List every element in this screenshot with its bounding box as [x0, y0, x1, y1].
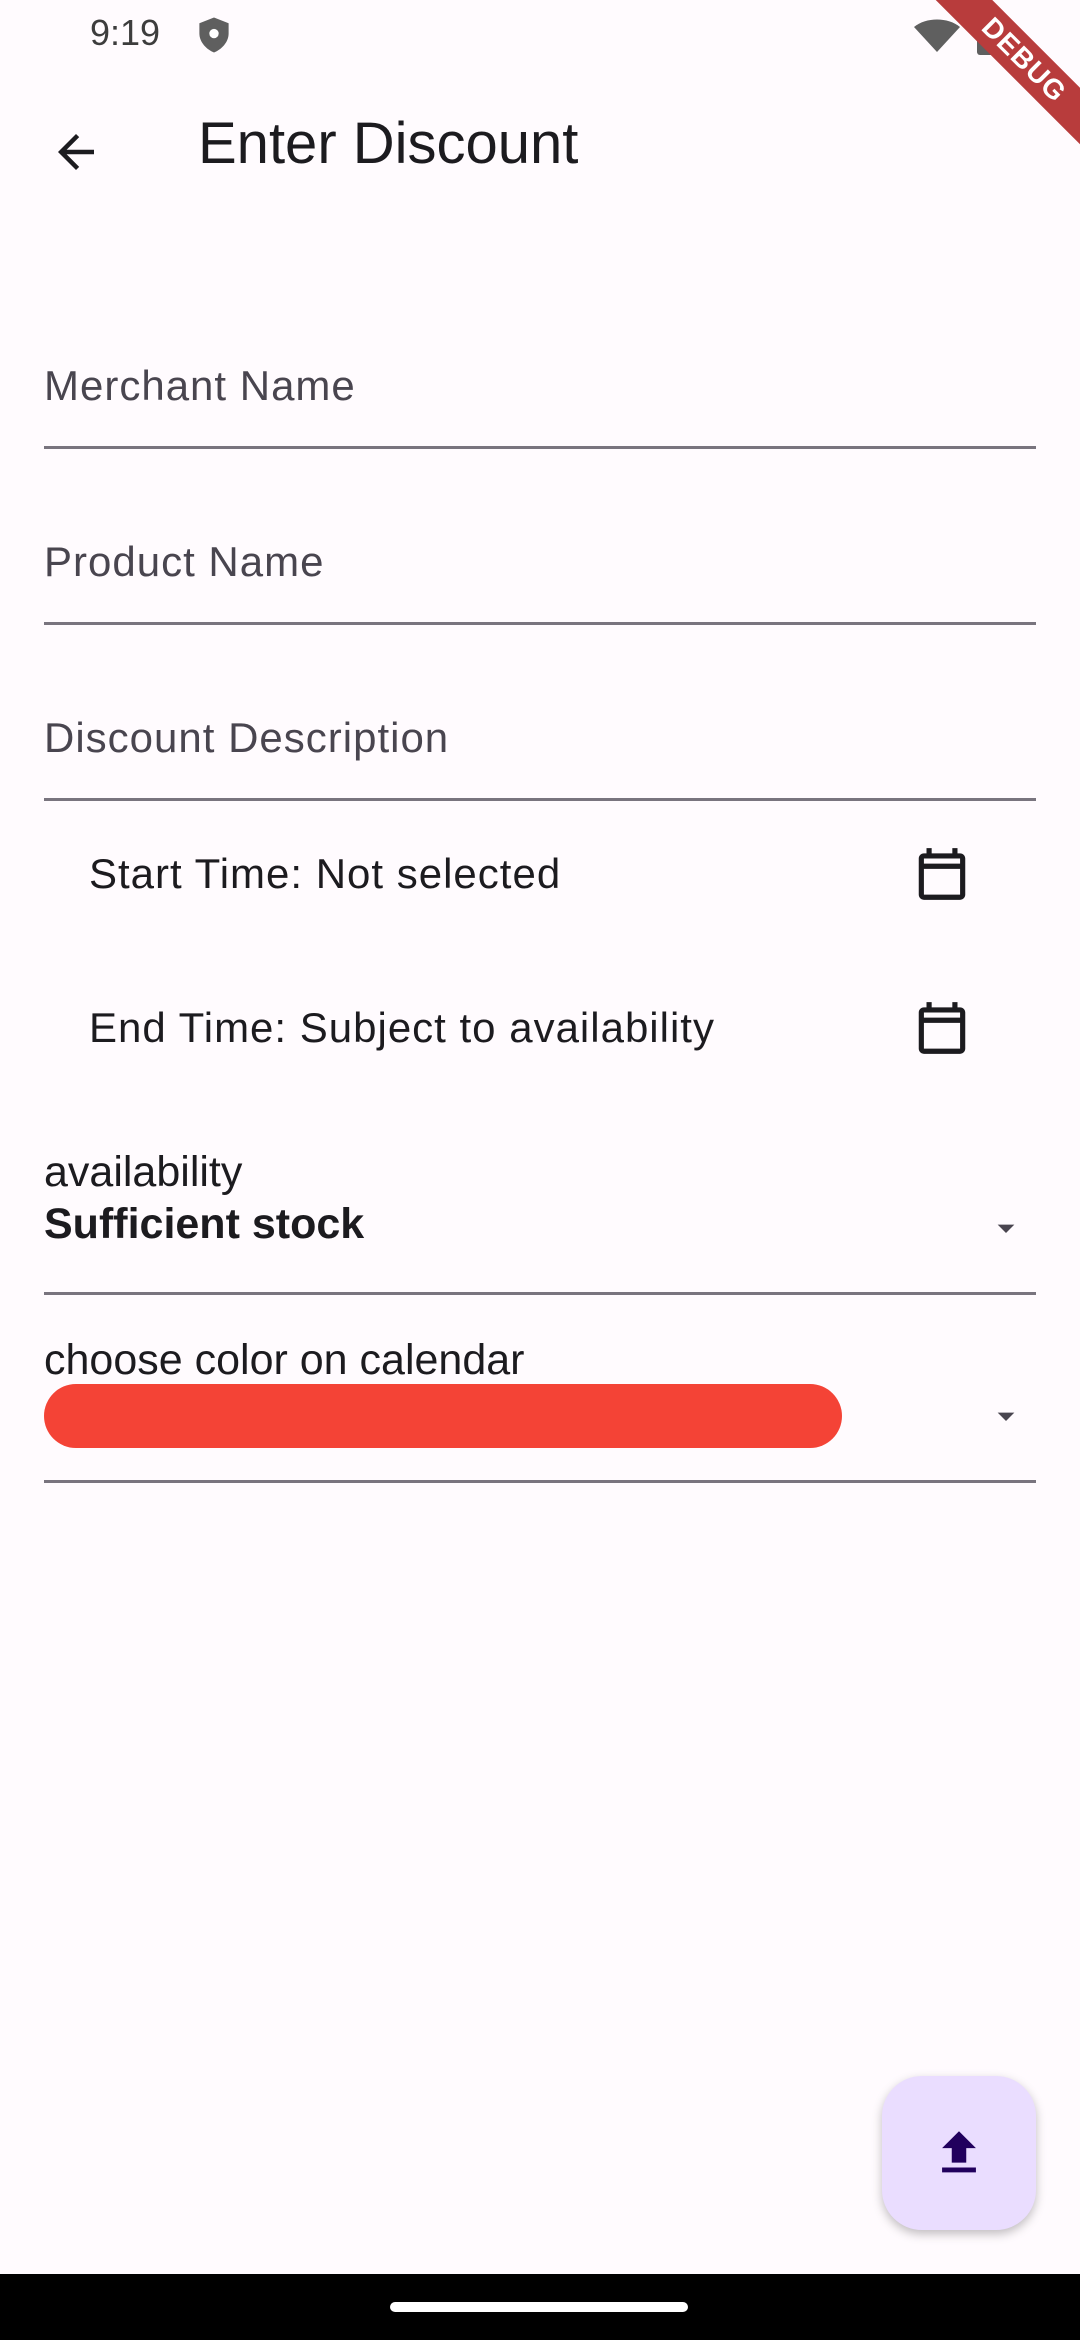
product-name-field[interactable]: Product Name	[44, 502, 1036, 625]
calendar-icon	[918, 848, 966, 900]
discount-description-field[interactable]: Discount Description	[44, 678, 1036, 801]
end-time-text: End Time: Subject to availability	[89, 1004, 715, 1051]
start-time-row: Start Time: Not selected	[44, 812, 1036, 932]
calendar-color-dropdown[interactable]: choose color on calendar	[44, 1330, 1036, 1483]
arrow-drop-down-icon	[997, 1224, 1015, 1233]
product-name-label: Product Name	[44, 538, 325, 585]
availability-value: Sufficient stock	[44, 1200, 365, 1248]
status-time: 9:19	[90, 12, 161, 53]
arrow-back-icon	[58, 134, 94, 170]
page-title: Enter Discount	[198, 111, 579, 176]
end-time-row: End Time: Subject to availability	[44, 966, 1036, 1086]
calendar-icon	[918, 1002, 966, 1054]
status-bar: 9:19	[0, 0, 1080, 70]
availability-dropdown[interactable]: availability Sufficient stock	[44, 1140, 1036, 1295]
app-bar: Enter Discount	[0, 70, 1080, 226]
shield-icon	[199, 17, 229, 53]
availability-label: availability	[44, 1148, 243, 1196]
discount-description-label: Discount Description	[44, 714, 450, 761]
navigation-bar	[0, 2274, 1080, 2340]
merchant-name-field[interactable]: Merchant Name	[44, 326, 1036, 449]
upload-icon	[942, 2131, 976, 2173]
battery-icon	[977, 14, 999, 55]
end-time-calendar-button[interactable]	[902, 988, 982, 1068]
calendar-color-label: choose color on calendar	[44, 1336, 525, 1384]
home-gesture-handle[interactable]	[390, 2302, 688, 2312]
back-button[interactable]	[40, 116, 112, 188]
start-time-calendar-button[interactable]	[902, 834, 982, 914]
selected-color-swatch	[44, 1384, 842, 1448]
wifi-icon	[914, 19, 960, 52]
upload-fab[interactable]	[882, 2076, 1036, 2230]
start-time-text: Start Time: Not selected	[89, 850, 562, 897]
merchant-name-label: Merchant Name	[44, 362, 356, 409]
arrow-drop-down-icon	[997, 1412, 1015, 1421]
